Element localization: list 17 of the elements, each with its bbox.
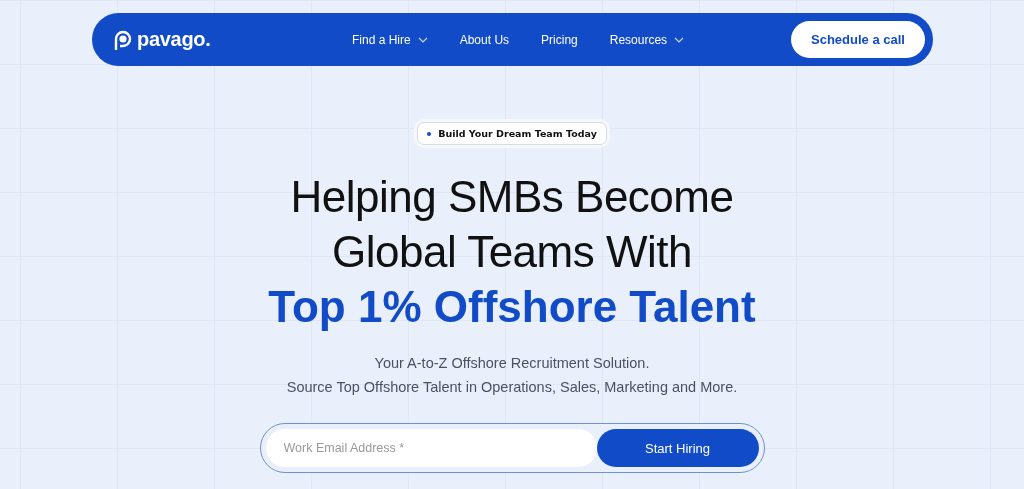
badge-text: Build Your Dream Team Today [438, 128, 597, 139]
logo-text[interactable]: pavago. [137, 28, 211, 51]
chevron-down-icon [417, 36, 428, 43]
headline: Global Teams With [332, 226, 692, 278]
subtitle: Source Top Offshore Talent in Operations, Sales, Marketing and More. [286, 378, 738, 397]
email-field[interactable]: Work Email Address * [265, 429, 597, 467]
subtitle: Your A-to-Z Offshore Recruitment Solution. [374, 354, 650, 373]
start-hiring-button[interactable]: Start Hiring [596, 429, 759, 467]
headline-highlight: Top 1% Offshore Talent [268, 281, 756, 333]
nav-link[interactable]: Find a Hire [352, 32, 428, 47]
nav-link[interactable]: Resources [609, 32, 685, 47]
nav-link[interactable]: Pricing [541, 32, 578, 47]
dot-icon [427, 131, 432, 136]
chevron-down-icon [674, 36, 685, 43]
headline: Helping SMBs Become [290, 171, 734, 223]
nav-link[interactable]: About Us [459, 32, 510, 47]
schedule-call-button[interactable]: Schedule a call [791, 21, 925, 58]
